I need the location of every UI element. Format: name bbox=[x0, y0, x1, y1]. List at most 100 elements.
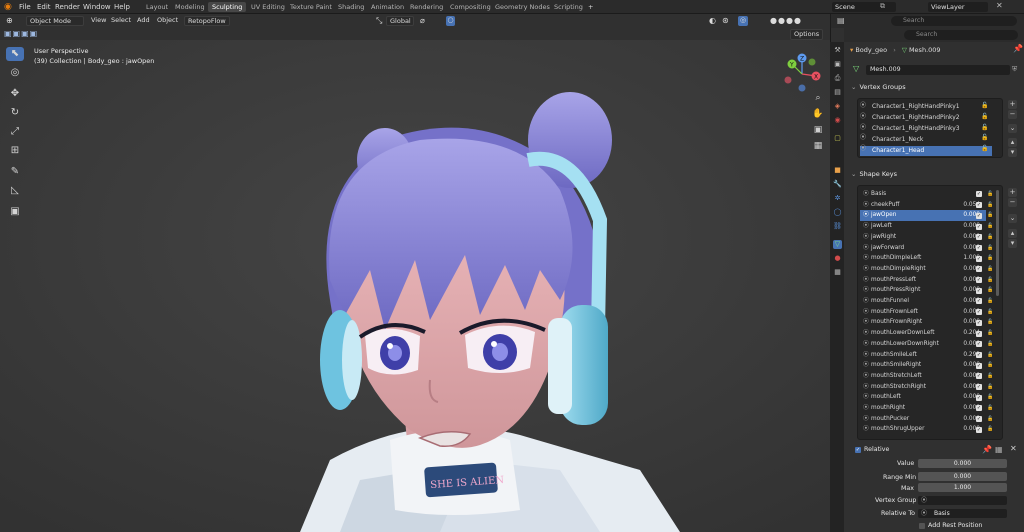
properties-search-input[interactable]: Search bbox=[904, 30, 1018, 40]
proportional-edit-icon[interactable]: ○ bbox=[446, 16, 455, 26]
lock-icon[interactable]: 🔓 bbox=[987, 309, 993, 315]
table-row[interactable]: ⦿ Basis bbox=[860, 189, 974, 200]
data-tab-icon[interactable]: ▽ bbox=[833, 240, 842, 249]
lock-icon[interactable]: 🔓 bbox=[987, 416, 993, 422]
lock-icon[interactable]: 🔓 bbox=[987, 191, 993, 197]
mode-dropdown[interactable]: Object Mode bbox=[26, 16, 84, 26]
shape-key-mute-checkbox[interactable]: ✓ bbox=[976, 287, 982, 294]
shape-key-mute-checkbox[interactable]: ✓ bbox=[976, 330, 982, 337]
camera-icon[interactable]: ▣ bbox=[812, 124, 824, 136]
shape-key-mute-checkbox[interactable]: ✓ bbox=[976, 351, 982, 358]
lock-icon[interactable]: 🔓 bbox=[987, 277, 993, 283]
breadcrumb-mesh[interactable]: Mesh.009 bbox=[909, 46, 941, 54]
table-row[interactable]: ⦿ mouthLowerDownRight 0.000 bbox=[860, 339, 980, 350]
navigation-gizmo[interactable]: Z X Y bbox=[780, 52, 824, 94]
add-cube-tool-icon[interactable]: ▣ bbox=[6, 205, 24, 219]
list-item[interactable]: Character1_RightHandPinky3 bbox=[860, 124, 992, 134]
mesh-name-field[interactable]: Mesh.009 bbox=[866, 65, 1010, 75]
table-row[interactable]: ⦿ mouthPucker 0.000 bbox=[860, 414, 980, 425]
vertex-group-specials-icon[interactable]: ⌄ bbox=[1008, 124, 1017, 133]
menu-object[interactable]: Object bbox=[157, 16, 178, 26]
range-min-field[interactable]: 0.000 bbox=[918, 472, 1007, 481]
lock-icon[interactable]: 🔓 bbox=[987, 319, 993, 325]
menu-file[interactable]: File bbox=[19, 3, 31, 11]
list-item-selected[interactable]: Character1_Head bbox=[860, 146, 992, 156]
object-tab-icon[interactable]: ■ bbox=[833, 166, 842, 175]
scene-tab-icon[interactable]: ◈ bbox=[833, 102, 842, 111]
shape-keys-header[interactable]: ⌄ Shape Keys bbox=[848, 169, 1018, 180]
tab-uv-editing[interactable]: UV Editing bbox=[251, 3, 285, 11]
lock-icon[interactable]: 🔓 bbox=[987, 298, 993, 304]
pin-icon[interactable]: 📌 bbox=[1013, 44, 1023, 53]
menu-select[interactable]: Select bbox=[111, 16, 131, 26]
menu-help[interactable]: Help bbox=[114, 3, 130, 11]
visibility-icon[interactable]: ◐ bbox=[709, 16, 716, 26]
3d-viewport[interactable]: SHE IS ALIEN ⬉ ◎ ✥ ↻ ⤢ ⊞ ✎ ◺ ▣ User Pers… bbox=[0, 40, 830, 532]
shape-key-mute-checkbox[interactable]: ✓ bbox=[976, 202, 982, 209]
table-row[interactable]: ⦿ mouthLeft 0.000 bbox=[860, 392, 980, 403]
table-row[interactable]: ⦿ mouthSmileLeft 0.293 bbox=[860, 350, 980, 361]
vertex-groups-header[interactable]: ⌄ Vertex Groups bbox=[848, 82, 1018, 93]
shape-key-mute-checkbox[interactable]: ✓ bbox=[976, 405, 982, 412]
tab-texture-paint[interactable]: Texture Paint bbox=[290, 3, 332, 11]
add-vertex-group-button[interactable]: + bbox=[1008, 100, 1017, 109]
tool-tab-icon[interactable]: ⚒ bbox=[833, 46, 842, 55]
max-field[interactable]: 1.000 bbox=[918, 483, 1007, 492]
menu-add[interactable]: Add bbox=[137, 16, 150, 26]
selection-mode-icons[interactable]: ▣▣▣▣ bbox=[4, 29, 38, 38]
move-tool-icon[interactable]: ✥ bbox=[6, 87, 24, 101]
relative-to-field[interactable]: ⦿ Basis bbox=[918, 509, 1007, 518]
table-row[interactable]: ⦿ mouthPressLeft 0.000 bbox=[860, 275, 980, 286]
lock-icon[interactable]: 🔓 bbox=[987, 255, 993, 261]
edit-mode-icon[interactable]: ▦ bbox=[995, 445, 1003, 454]
lock-icon[interactable]: 🔓 bbox=[987, 394, 993, 400]
table-row[interactable]: ⦿ mouthFrownRight 0.000 bbox=[860, 317, 980, 328]
modifier-tab-icon[interactable]: 🔧 bbox=[833, 180, 842, 189]
lock-icon[interactable]: 🔓 bbox=[987, 352, 993, 358]
shape-key-mute-checkbox[interactable]: ✓ bbox=[976, 384, 982, 390]
table-row[interactable]: ⦿ jawLeft 0.000 bbox=[860, 221, 980, 232]
editor-type-icon[interactable]: ⊕ bbox=[6, 16, 13, 26]
table-row[interactable]: ⦿ mouthShrugUpper 0.000 bbox=[860, 424, 980, 435]
cursor-tool-icon[interactable]: ◎ bbox=[6, 66, 24, 80]
shape-key-mute-checkbox[interactable]: ✓ bbox=[976, 223, 982, 230]
breadcrumb-object[interactable]: Body_geo bbox=[855, 46, 887, 54]
texture-tab-icon[interactable]: ▦ bbox=[833, 268, 842, 277]
lock-icon[interactable]: 🔓 bbox=[987, 362, 993, 368]
shape-key-mute-checkbox[interactable]: ✓ bbox=[976, 394, 982, 401]
close-icon[interactable]: ✕ bbox=[996, 1, 1003, 10]
table-row[interactable]: ⦿ mouthFrownLeft 0.000 bbox=[860, 307, 980, 318]
list-item[interactable]: Character1_RightHandPinky1 bbox=[860, 102, 992, 112]
lock-icon[interactable]: 🔓 bbox=[987, 341, 993, 347]
table-row[interactable]: ⦿ mouthDimpleRight 0.000 bbox=[860, 264, 980, 275]
lock-icon[interactable]: 🔓 bbox=[987, 245, 993, 251]
fake-user-icon[interactable]: ⛨ bbox=[1012, 65, 1017, 74]
tab-animation[interactable]: Animation bbox=[371, 3, 404, 11]
shape-key-mute-checkbox[interactable]: ✓ bbox=[976, 362, 982, 369]
lock-icon[interactable]: 🔓 bbox=[987, 234, 993, 240]
shape-key-mute-checkbox[interactable]: ✓ bbox=[976, 212, 982, 219]
properties-editor-icon[interactable]: ▤ bbox=[837, 16, 845, 25]
table-row[interactable]: ⦿ mouthPressRight 0.000 bbox=[860, 285, 980, 296]
remove-vertex-group-button[interactable]: − bbox=[1008, 110, 1017, 119]
lock-icon[interactable]: 🔓 bbox=[987, 287, 993, 293]
clear-shape-icon[interactable]: ✕ bbox=[1010, 444, 1017, 453]
lock-icon[interactable]: 🔓 bbox=[987, 373, 993, 379]
rotate-tool-icon[interactable]: ↻ bbox=[6, 106, 24, 120]
menu-view[interactable]: View bbox=[91, 16, 106, 26]
tab-rendering[interactable]: Rendering bbox=[410, 3, 443, 11]
scene-selector[interactable]: Scene bbox=[832, 2, 896, 12]
shape-key-mute-checkbox[interactable]: ✓ bbox=[976, 191, 982, 198]
gizmo-icon[interactable]: ⊛ bbox=[722, 16, 729, 26]
constraints-tab-icon[interactable]: ⛓ bbox=[833, 222, 842, 231]
output-tab-icon[interactable]: ⎙ bbox=[833, 74, 842, 83]
shape-key-mute-checkbox[interactable]: ✓ bbox=[976, 426, 982, 433]
view-layer-selector[interactable]: ViewLayer bbox=[928, 2, 988, 12]
table-row[interactable]: ⦿ mouthStretchLeft 0.000 bbox=[860, 371, 980, 382]
collection-tab-icon[interactable]: ▢ bbox=[833, 134, 842, 143]
lock-icon[interactable]: 🔓 bbox=[987, 384, 993, 390]
shape-key-mute-checkbox[interactable]: ✓ bbox=[976, 298, 982, 305]
move-down-icon[interactable]: ▾ bbox=[1008, 239, 1017, 248]
lock-icon[interactable]: 🔓 bbox=[987, 202, 993, 208]
shape-keys-list[interactable]: ⦿ Basis ✓ 🔓 ⦿ cheekPuff 0.054 ✓ 🔓 ⦿ jawOpen 0.000 ✓ 🔓… bbox=[857, 185, 1003, 440]
